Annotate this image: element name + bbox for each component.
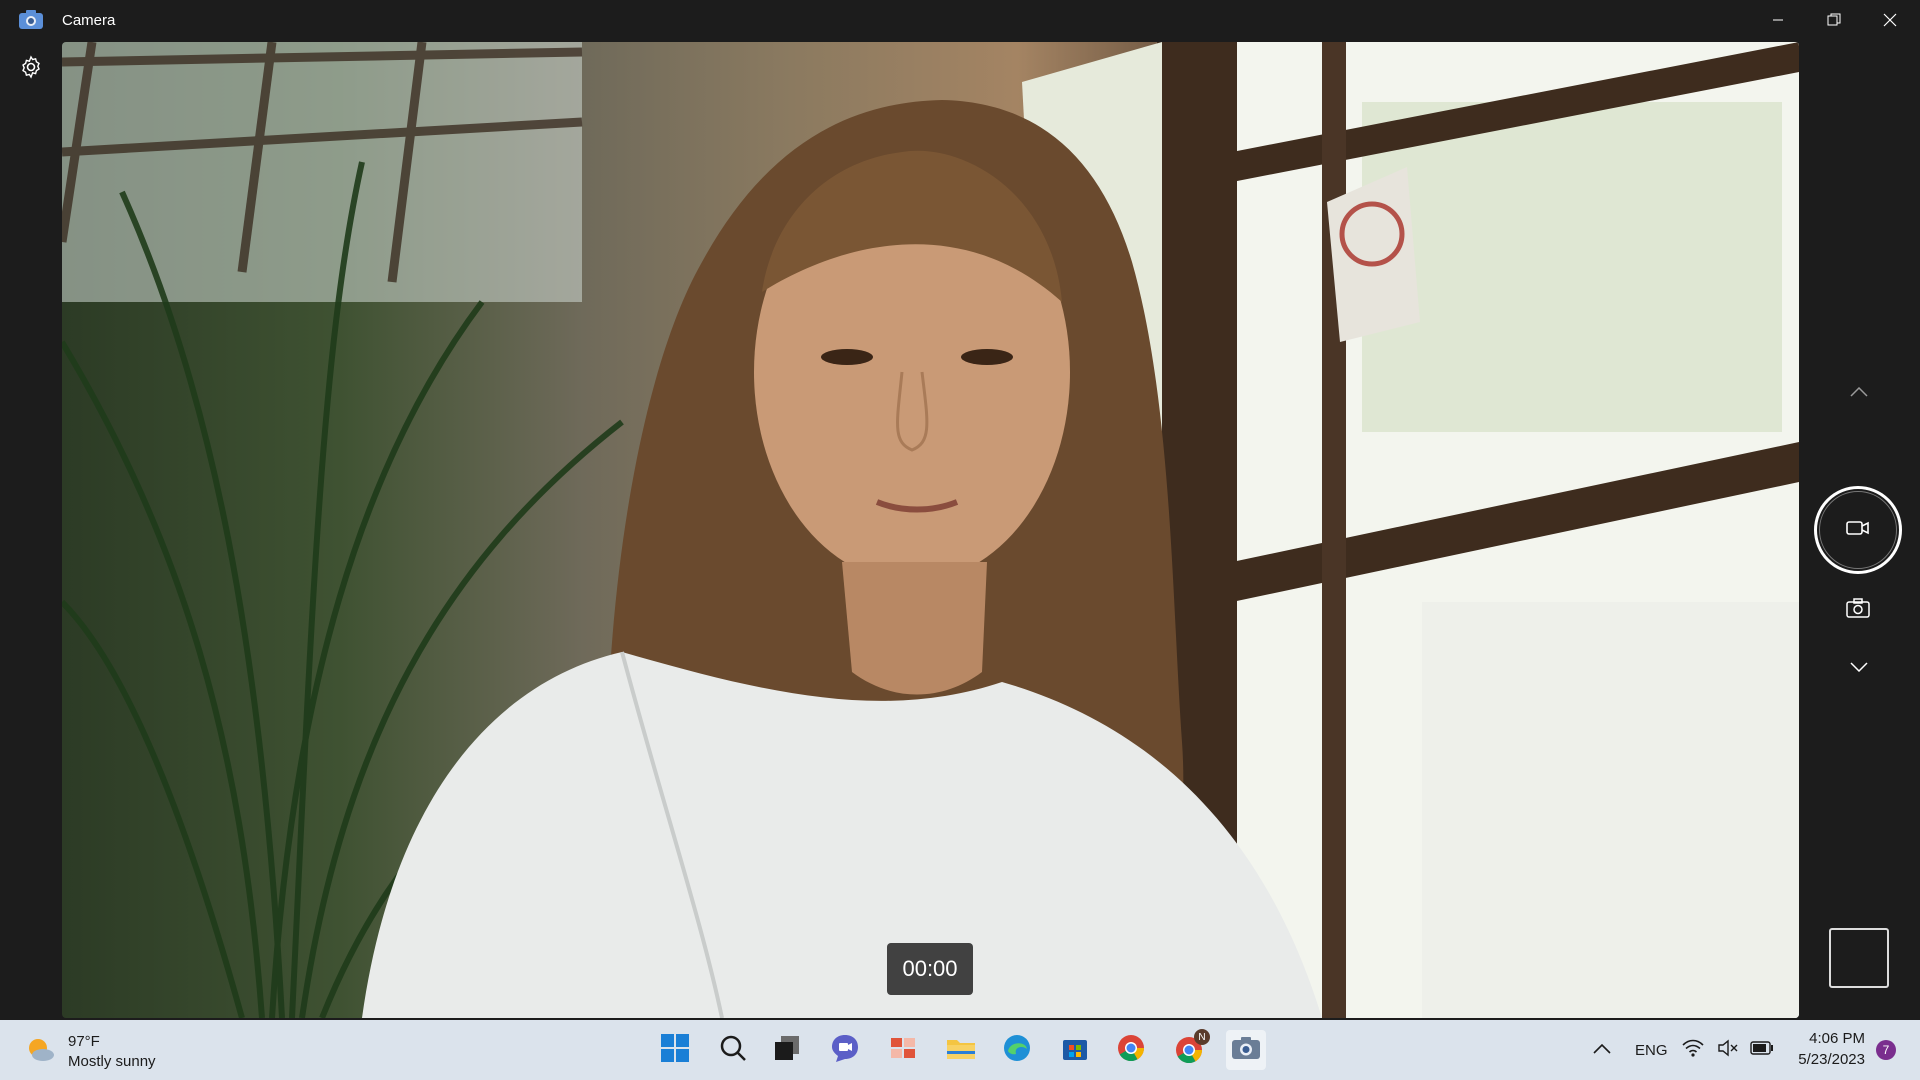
search-icon — [719, 1034, 747, 1067]
camera-viewfinder: 00:00 — [62, 42, 1799, 1018]
volume-muted-icon — [1718, 1039, 1740, 1062]
edge-button[interactable] — [997, 1030, 1037, 1070]
gallery-thumbnail[interactable] — [1829, 928, 1889, 988]
chat-icon — [830, 1033, 860, 1068]
clock-time: 4:06 PM — [1809, 1030, 1865, 1047]
volume-button[interactable] — [1714, 1030, 1744, 1070]
input-language[interactable]: ENG — [1635, 1042, 1668, 1059]
profile-badge: N — [1194, 1029, 1210, 1045]
mode-down-button[interactable] — [1839, 653, 1879, 683]
weather-condition: Mostly sunny — [68, 1053, 156, 1070]
microsoft-store-button[interactable] — [1055, 1030, 1095, 1070]
task-view-button[interactable] — [767, 1030, 807, 1070]
widgets-button[interactable] — [883, 1030, 923, 1070]
windows-logo-icon — [660, 1033, 690, 1068]
restore-button[interactable] — [1806, 0, 1862, 40]
record-button-inner — [1819, 491, 1897, 569]
weather-widget[interactable]: 97°F Mostly sunny — [24, 1032, 156, 1072]
chevron-up-icon — [1850, 384, 1868, 402]
clock[interactable]: 4:06 PM 5/23/2023 — [1798, 1028, 1865, 1070]
chrome-profile-button[interactable]: N — [1169, 1029, 1210, 1070]
show-hidden-icons-button[interactable] — [1582, 1030, 1622, 1070]
taskbar: 97°F Mostly sunny N ENG 4:06 PM 5/23/202… — [0, 1020, 1920, 1080]
weather-temperature: 97°F — [68, 1033, 100, 1050]
start-button[interactable] — [655, 1030, 695, 1070]
chrome-icon — [1116, 1033, 1146, 1068]
camera-app-icon — [18, 9, 44, 31]
widgets-icon — [889, 1034, 917, 1067]
chevron-up-icon — [1593, 1041, 1611, 1059]
record-video-button[interactable] — [1814, 486, 1902, 574]
file-explorer-button[interactable] — [941, 1030, 981, 1070]
notification-badge[interactable]: 7 — [1876, 1040, 1896, 1060]
chat-button[interactable] — [825, 1030, 865, 1070]
minimize-button[interactable] — [1750, 0, 1806, 40]
camera-icon — [1846, 597, 1870, 623]
sun-cloud-icon — [24, 1034, 56, 1071]
battery-icon — [1750, 1040, 1774, 1060]
chrome-button[interactable] — [1111, 1030, 1151, 1070]
clock-date: 5/23/2023 — [1798, 1051, 1865, 1068]
search-button[interactable] — [713, 1030, 753, 1070]
camera-app-icon — [1231, 1035, 1261, 1066]
battery-button[interactable] — [1747, 1030, 1777, 1070]
window-title: Camera — [62, 12, 116, 29]
camera-taskbar-button[interactable] — [1226, 1030, 1266, 1070]
chrome-profile-icon: N — [1174, 1029, 1210, 1065]
mode-up-button[interactable] — [1839, 378, 1879, 408]
chevron-down-icon — [1850, 659, 1868, 677]
recording-timer: 00:00 — [887, 943, 973, 995]
folder-icon — [946, 1034, 976, 1067]
wifi-icon — [1682, 1039, 1704, 1062]
edge-icon — [1002, 1033, 1032, 1068]
video-camera-icon — [1846, 519, 1870, 542]
viewfinder-scene — [62, 42, 1799, 1018]
store-icon — [1061, 1034, 1089, 1067]
close-button[interactable] — [1862, 0, 1918, 40]
wifi-button[interactable] — [1678, 1030, 1708, 1070]
settings-button[interactable] — [14, 52, 48, 86]
photo-mode-button[interactable] — [1840, 594, 1876, 626]
gear-icon — [19, 54, 43, 84]
title-bar: Camera — [0, 0, 1920, 40]
task-view-icon — [773, 1034, 801, 1067]
